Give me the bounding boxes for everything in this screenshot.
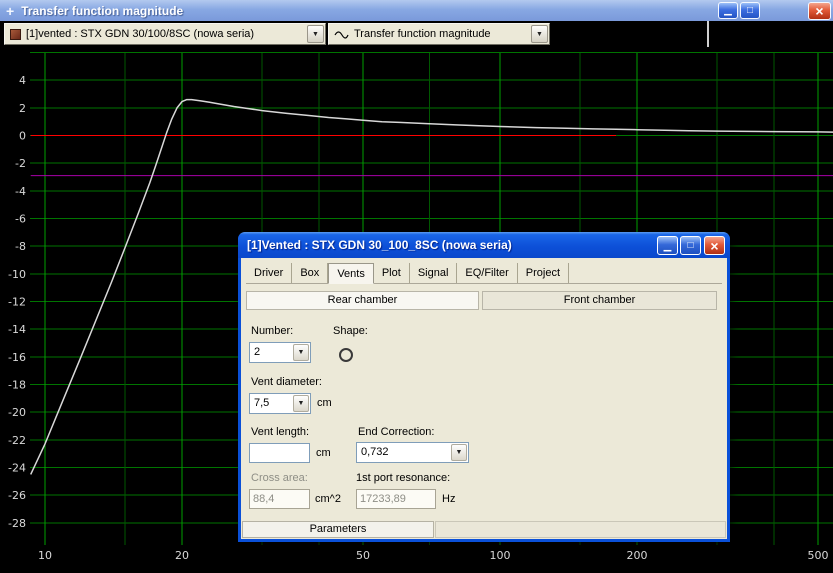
- y-tick-label: -20: [8, 406, 26, 419]
- project-combo-value: [1]vented : STX GDN 30/100/8SC (nowa ser…: [26, 28, 255, 40]
- minimize-icon: ▁: [724, 5, 732, 16]
- chevron-down-icon: ▼: [455, 449, 463, 456]
- x-tick-label: 100: [490, 549, 511, 562]
- shape-label: Shape:: [333, 325, 368, 337]
- y-tick-label: -8: [15, 240, 26, 253]
- cross-area-unit: cm^2: [315, 493, 341, 505]
- window-maximize-button[interactable]: □: [740, 2, 760, 19]
- speaker-box-icon: [10, 28, 21, 40]
- toolbar-divider: [707, 21, 709, 47]
- vent-length-unit: cm: [316, 447, 331, 459]
- y-tick-label: -12: [8, 295, 26, 308]
- vent-diameter-dropdown-button[interactable]: ▼: [293, 395, 309, 412]
- tab-driver[interactable]: Driver: [246, 263, 293, 283]
- front-chamber-button[interactable]: Front chamber: [482, 291, 717, 310]
- x-tick-label: 50: [356, 549, 370, 562]
- dialog-body: Driver Box Vents Plot Signal EQ/Filter P…: [241, 258, 727, 539]
- y-tick-label: -26: [8, 489, 26, 502]
- chevron-down-icon: ▼: [297, 349, 305, 356]
- chevron-down-icon: ▼: [297, 400, 305, 407]
- vents-dialog: [1]Vented : STX GDN 30_100_8SC (nowa ser…: [238, 232, 730, 542]
- maximize-icon: □: [746, 4, 754, 16]
- close-icon: ×: [815, 3, 824, 19]
- x-tick-label: 500: [808, 549, 829, 562]
- x-tick-label: 200: [626, 549, 647, 562]
- project-select-combo[interactable]: [1]vented : STX GDN 30/100/8SC (nowa ser…: [4, 23, 326, 45]
- cross-area-input: [249, 489, 310, 509]
- tab-eq-filter[interactable]: EQ/Filter: [457, 263, 518, 283]
- waveform-icon: [334, 30, 349, 39]
- y-tick-label: -6: [15, 213, 26, 226]
- number-combo-dropdown-button[interactable]: ▼: [293, 344, 309, 361]
- y-tick-label: -14: [8, 323, 26, 336]
- dialog-maximize-button[interactable]: □: [680, 236, 701, 255]
- dialog-title: [1]Vented : STX GDN 30_100_8SC (nowa ser…: [247, 238, 512, 252]
- first-port-resonance-label: 1st port resonance:: [356, 472, 451, 484]
- y-tick-label: 0: [19, 130, 26, 143]
- y-tick-label: -10: [8, 268, 26, 281]
- plot-combo-dropdown-button[interactable]: ▼: [531, 25, 548, 43]
- x-tick-label: 10: [38, 549, 52, 562]
- minimize-icon: ▁: [663, 241, 672, 252]
- window-close-button[interactable]: ×: [808, 2, 831, 20]
- plot-combo-value: Transfer function magnitude: [354, 28, 491, 40]
- end-correction-combo-value: 0,732: [361, 446, 389, 458]
- dialog-tabbar: Driver Box Vents Plot Signal EQ/Filter P…: [246, 263, 722, 284]
- project-combo-dropdown-button[interactable]: ▼: [307, 25, 324, 43]
- first-port-resonance-unit: Hz: [442, 493, 456, 505]
- y-tick-label: -28: [8, 517, 26, 530]
- y-tick-label: -16: [8, 351, 26, 364]
- window-minimize-button[interactable]: ▁: [718, 2, 738, 19]
- toolbar: [1]vented : STX GDN 30/100/8SC (nowa ser…: [0, 21, 833, 47]
- tab-project[interactable]: Project: [518, 263, 570, 283]
- vent-length-label: Vent length:: [251, 426, 310, 438]
- circle-shape-icon[interactable]: [339, 348, 353, 362]
- parameters-button[interactable]: Parameters: [242, 521, 434, 538]
- number-combo[interactable]: 2 ▼: [249, 342, 311, 363]
- bottom-bar-spacer: [435, 521, 726, 538]
- window-title: Transfer function magnitude: [21, 3, 184, 18]
- vent-diameter-combo[interactable]: 7,5 ▼: [249, 393, 311, 414]
- dialog-minimize-button[interactable]: ▁: [657, 236, 678, 255]
- close-icon: ×: [710, 237, 719, 254]
- y-tick-label: -22: [8, 434, 26, 447]
- chevron-down-icon: ▼: [312, 30, 319, 38]
- vent-diameter-combo-value: 7,5: [254, 397, 270, 409]
- end-correction-dropdown-button[interactable]: ▼: [451, 444, 467, 461]
- y-tick-label: 4: [19, 74, 26, 87]
- tab-signal[interactable]: Signal: [410, 263, 458, 283]
- y-tick-label: -24: [8, 461, 26, 474]
- y-tick-label: 2: [19, 102, 26, 115]
- move-icon: +: [6, 2, 15, 19]
- first-port-resonance-input: [356, 489, 436, 509]
- dialog-close-button[interactable]: ×: [704, 236, 725, 255]
- tab-plot[interactable]: Plot: [374, 263, 410, 283]
- number-combo-value: 2: [254, 346, 261, 358]
- tab-vents[interactable]: Vents: [328, 263, 374, 284]
- y-tick-label: -4: [15, 185, 26, 198]
- y-tick-label: -2: [15, 157, 26, 170]
- plot-type-combo[interactable]: Transfer function magnitude ▼: [328, 23, 550, 45]
- vent-length-input[interactable]: [249, 443, 310, 463]
- tab-box[interactable]: Box: [292, 263, 329, 283]
- number-label: Number:: [251, 325, 294, 337]
- chevron-down-icon: ▼: [536, 30, 543, 38]
- end-correction-label: End Correction:: [358, 426, 435, 438]
- y-tick-label: -18: [8, 378, 26, 391]
- rear-chamber-button[interactable]: Rear chamber: [246, 291, 479, 310]
- end-correction-combo[interactable]: 0,732 ▼: [356, 442, 469, 463]
- window-titlebar[interactable]: + Transfer function magnitude ▁ □ ×: [0, 0, 833, 21]
- x-tick-label: 20: [175, 549, 189, 562]
- vent-diameter-label: Vent diameter:: [251, 376, 322, 388]
- cross-area-label: Cross area:: [251, 472, 308, 484]
- maximize-icon: □: [687, 239, 694, 251]
- dialog-bottom-bar: Parameters: [242, 521, 726, 538]
- vent-diameter-unit: cm: [317, 397, 332, 409]
